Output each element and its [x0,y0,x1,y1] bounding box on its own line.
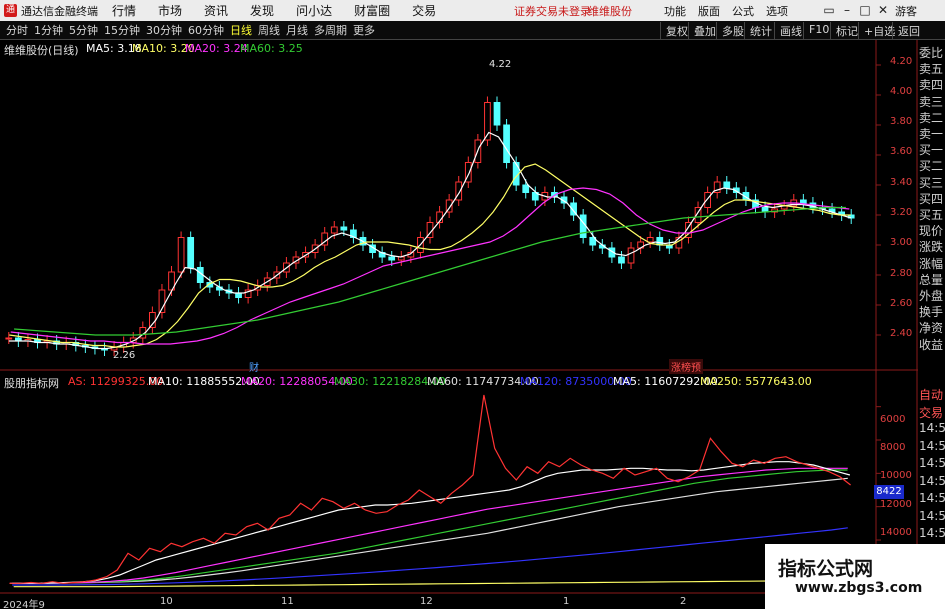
side-panel-item: 卖五 [919,62,944,77]
side-panel-item: 卖三 [919,94,944,109]
ma60-legend: MA60: 3.25 [240,42,303,55]
price-tick-label: 3.20 [890,207,913,218]
side-panel-item: 总量 [919,272,944,287]
side-panel-time: 14:5 [919,473,945,488]
date-tick-label: 2024年9 [3,600,45,609]
volume-tick-label: 8000 [880,442,906,453]
candle-body [704,192,711,208]
candle-body [493,102,501,126]
ma20-legend: MA20: 3.24 [185,42,248,55]
stock-title: 维维股份(日线) [4,44,79,57]
candle-body [397,256,405,261]
date-tick-label: 10 [160,596,173,607]
candle-body [503,124,510,163]
candle-body [177,237,185,273]
price-tick-label: 2.60 [890,298,913,309]
price-tick-label: 3.80 [890,116,913,127]
volume-line-as [9,394,851,584]
side-panel-time: 14:5 [919,526,945,540]
side-panel-time: 14:5 [919,421,945,435]
candle-body [340,226,348,231]
candle-body [388,256,396,261]
vma250-legend: MA250: 5577643.00 [700,375,812,388]
side-panel-item: 净资 [919,321,944,336]
volume-line-ma10 [10,461,851,584]
candle-body [627,247,635,264]
candle-body [618,256,625,264]
current-value-badge: 8422 [874,485,904,499]
candle-body [187,237,195,268]
volume-tick-label: 10000 [880,470,912,481]
date-tick-label: 11 [281,596,294,607]
side-panel-time: 交易 [919,405,944,420]
ma20-line [10,187,850,345]
indicator-title: 股朋指标网 [4,377,59,390]
candle-body [799,199,807,204]
price-tick-label: 3.40 [890,177,913,188]
date-tick-label: 1 [563,596,570,607]
candle-body [522,184,530,193]
price-tick-label: 3.60 [890,146,913,157]
candle-body [149,312,156,328]
volume-line-ma30 [12,469,848,584]
finance-marker[interactable]: 财 [249,359,259,374]
side-panel-time: 14:5 [919,456,945,470]
price-tick-label: 3.00 [890,237,913,248]
side-panel-item: 现价 [919,224,944,239]
side-panel-item: 买一 [919,143,944,158]
date-tick-label: 2 [680,596,687,607]
candle-body [330,226,338,234]
date-tick-label: 12 [420,596,433,607]
side-panel-item: 卖一 [919,127,944,141]
watermark: 指标公式网 www.zbgs3.com [765,544,945,609]
side-panel-item: 买三 [919,175,944,190]
side-panel-item: 收益 [919,337,944,352]
watermark-title: 指标公式网 [778,558,874,580]
volume-line-ma20 [12,467,848,584]
watermark-url: www.zbgs3.com [795,580,923,596]
side-panel-time: 14:5 [919,508,945,523]
volume-tick-label: 6000 [880,414,906,425]
side-panel-item: 买四 [919,191,944,206]
candle-body [5,337,13,340]
side-panel-item: 涨幅 [919,256,944,271]
volume-tick-label: 14000 [880,527,912,538]
side-panel-item: 卖四 [919,78,944,93]
side-panel-item: 卖二 [919,110,944,125]
event-marker[interactable]: 涨榜预 [669,359,703,374]
price-tick-label: 2.40 [890,328,913,339]
side-panel-time: 14:5 [919,438,945,453]
price-tick-label: 4.00 [890,86,913,97]
side-panel-item: 换手 [919,305,944,320]
candle-body [235,292,242,298]
side-panel-item: 买二 [919,159,944,174]
side-panel-item: 外盘 [919,289,944,303]
side-panel-time: 自动 [919,388,944,402]
low-price-label: 2.26 [113,350,136,361]
high-price-label: 4.22 [489,59,512,70]
candle-body [723,181,731,189]
side-panel-item: 涨跌 [919,240,944,255]
volume-tick-label: 12000 [880,499,912,510]
candle-body [579,214,587,238]
price-tick-label: 2.80 [890,268,913,279]
price-tick-label: 4.20 [890,56,913,67]
side-panel-item: 买五 [919,208,944,222]
volume-line-ma120 [12,527,848,586]
side-panel-item: 委比 [919,46,944,60]
side-panel-time: 14:5 [919,491,945,505]
chart-canvas[interactable] [0,0,945,609]
